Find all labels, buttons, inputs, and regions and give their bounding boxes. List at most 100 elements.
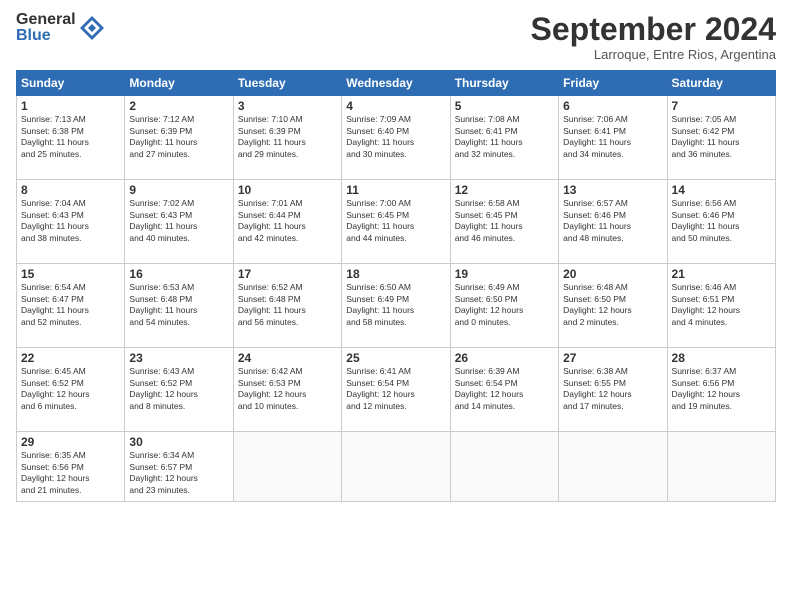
day-number: 13 — [563, 183, 662, 197]
calendar-cell: 30Sunrise: 6:34 AMSunset: 6:57 PMDayligh… — [125, 432, 233, 502]
day-number: 27 — [563, 351, 662, 365]
cell-details: Sunrise: 7:13 AMSunset: 6:38 PMDaylight:… — [21, 114, 120, 160]
cell-details: Sunrise: 6:39 AMSunset: 6:54 PMDaylight:… — [455, 366, 554, 412]
calendar-cell: 16Sunrise: 6:53 AMSunset: 6:48 PMDayligh… — [125, 264, 233, 348]
cell-details: Sunrise: 7:01 AMSunset: 6:44 PMDaylight:… — [238, 198, 337, 244]
calendar-cell: 14Sunrise: 6:56 AMSunset: 6:46 PMDayligh… — [667, 180, 775, 264]
calendar-cell: 23Sunrise: 6:43 AMSunset: 6:52 PMDayligh… — [125, 348, 233, 432]
cell-details: Sunrise: 7:06 AMSunset: 6:41 PMDaylight:… — [563, 114, 662, 160]
cell-details: Sunrise: 6:38 AMSunset: 6:55 PMDaylight:… — [563, 366, 662, 412]
day-number: 14 — [672, 183, 771, 197]
calendar-cell: 13Sunrise: 6:57 AMSunset: 6:46 PMDayligh… — [559, 180, 667, 264]
calendar-cell: 8Sunrise: 7:04 AMSunset: 6:43 PMDaylight… — [17, 180, 125, 264]
subtitle: Larroque, Entre Rios, Argentina — [531, 47, 776, 62]
calendar-cell: 2Sunrise: 7:12 AMSunset: 6:39 PMDaylight… — [125, 96, 233, 180]
calendar-cell: 1Sunrise: 7:13 AMSunset: 6:38 PMDaylight… — [17, 96, 125, 180]
week-row-2: 15Sunrise: 6:54 AMSunset: 6:47 PMDayligh… — [17, 264, 776, 348]
day-number: 5 — [455, 99, 554, 113]
calendar-cell: 22Sunrise: 6:45 AMSunset: 6:52 PMDayligh… — [17, 348, 125, 432]
cell-details: Sunrise: 6:49 AMSunset: 6:50 PMDaylight:… — [455, 282, 554, 328]
calendar-cell: 18Sunrise: 6:50 AMSunset: 6:49 PMDayligh… — [342, 264, 450, 348]
week-row-3: 22Sunrise: 6:45 AMSunset: 6:52 PMDayligh… — [17, 348, 776, 432]
day-number: 7 — [672, 99, 771, 113]
calendar-cell — [667, 432, 775, 502]
day-header-saturday: Saturday — [667, 71, 775, 96]
cell-details: Sunrise: 6:46 AMSunset: 6:51 PMDaylight:… — [672, 282, 771, 328]
logo-general: General — [16, 12, 76, 28]
cell-details: Sunrise: 7:09 AMSunset: 6:40 PMDaylight:… — [346, 114, 445, 160]
cell-details: Sunrise: 7:00 AMSunset: 6:45 PMDaylight:… — [346, 198, 445, 244]
calendar-cell — [233, 432, 341, 502]
cell-details: Sunrise: 7:04 AMSunset: 6:43 PMDaylight:… — [21, 198, 120, 244]
day-number: 25 — [346, 351, 445, 365]
day-number: 29 — [21, 435, 120, 449]
day-number: 10 — [238, 183, 337, 197]
week-row-0: 1Sunrise: 7:13 AMSunset: 6:38 PMDaylight… — [17, 96, 776, 180]
calendar-body: 1Sunrise: 7:13 AMSunset: 6:38 PMDaylight… — [17, 96, 776, 502]
cell-details: Sunrise: 6:35 AMSunset: 6:56 PMDaylight:… — [21, 450, 120, 496]
day-number: 11 — [346, 183, 445, 197]
week-row-1: 8Sunrise: 7:04 AMSunset: 6:43 PMDaylight… — [17, 180, 776, 264]
day-number: 30 — [129, 435, 228, 449]
calendar-cell: 28Sunrise: 6:37 AMSunset: 6:56 PMDayligh… — [667, 348, 775, 432]
calendar-cell: 7Sunrise: 7:05 AMSunset: 6:42 PMDaylight… — [667, 96, 775, 180]
day-number: 6 — [563, 99, 662, 113]
calendar-cell — [342, 432, 450, 502]
day-number: 16 — [129, 267, 228, 281]
calendar-cell: 21Sunrise: 6:46 AMSunset: 6:51 PMDayligh… — [667, 264, 775, 348]
cell-details: Sunrise: 6:50 AMSunset: 6:49 PMDaylight:… — [346, 282, 445, 328]
day-number: 8 — [21, 183, 120, 197]
logo: General Blue — [16, 12, 106, 44]
page: General Blue September 2024 Larroque, En… — [0, 0, 792, 612]
calendar-cell: 12Sunrise: 6:58 AMSunset: 6:45 PMDayligh… — [450, 180, 558, 264]
calendar-cell: 10Sunrise: 7:01 AMSunset: 6:44 PMDayligh… — [233, 180, 341, 264]
calendar-cell: 27Sunrise: 6:38 AMSunset: 6:55 PMDayligh… — [559, 348, 667, 432]
cell-details: Sunrise: 6:56 AMSunset: 6:46 PMDaylight:… — [672, 198, 771, 244]
calendar-cell: 11Sunrise: 7:00 AMSunset: 6:45 PMDayligh… — [342, 180, 450, 264]
day-number: 1 — [21, 99, 120, 113]
day-number: 24 — [238, 351, 337, 365]
calendar-table: SundayMondayTuesdayWednesdayThursdayFrid… — [16, 70, 776, 502]
calendar-cell: 17Sunrise: 6:52 AMSunset: 6:48 PMDayligh… — [233, 264, 341, 348]
cell-details: Sunrise: 6:52 AMSunset: 6:48 PMDaylight:… — [238, 282, 337, 328]
cell-details: Sunrise: 7:05 AMSunset: 6:42 PMDaylight:… — [672, 114, 771, 160]
calendar-cell: 26Sunrise: 6:39 AMSunset: 6:54 PMDayligh… — [450, 348, 558, 432]
calendar-cell: 6Sunrise: 7:06 AMSunset: 6:41 PMDaylight… — [559, 96, 667, 180]
calendar-cell: 24Sunrise: 6:42 AMSunset: 6:53 PMDayligh… — [233, 348, 341, 432]
calendar-cell: 9Sunrise: 7:02 AMSunset: 6:43 PMDaylight… — [125, 180, 233, 264]
calendar-cell — [559, 432, 667, 502]
day-number: 23 — [129, 351, 228, 365]
day-header-tuesday: Tuesday — [233, 71, 341, 96]
title-area: September 2024 Larroque, Entre Rios, Arg… — [531, 12, 776, 62]
cell-details: Sunrise: 6:42 AMSunset: 6:53 PMDaylight:… — [238, 366, 337, 412]
calendar-cell: 15Sunrise: 6:54 AMSunset: 6:47 PMDayligh… — [17, 264, 125, 348]
day-number: 15 — [21, 267, 120, 281]
day-number: 3 — [238, 99, 337, 113]
day-number: 22 — [21, 351, 120, 365]
logo-icon — [78, 14, 106, 42]
cell-details: Sunrise: 7:12 AMSunset: 6:39 PMDaylight:… — [129, 114, 228, 160]
cell-details: Sunrise: 7:10 AMSunset: 6:39 PMDaylight:… — [238, 114, 337, 160]
calendar-cell: 5Sunrise: 7:08 AMSunset: 6:41 PMDaylight… — [450, 96, 558, 180]
calendar-cell: 20Sunrise: 6:48 AMSunset: 6:50 PMDayligh… — [559, 264, 667, 348]
day-number: 28 — [672, 351, 771, 365]
cell-details: Sunrise: 6:41 AMSunset: 6:54 PMDaylight:… — [346, 366, 445, 412]
calendar-cell — [450, 432, 558, 502]
day-number: 2 — [129, 99, 228, 113]
cell-details: Sunrise: 6:54 AMSunset: 6:47 PMDaylight:… — [21, 282, 120, 328]
calendar-cell: 19Sunrise: 6:49 AMSunset: 6:50 PMDayligh… — [450, 264, 558, 348]
cell-details: Sunrise: 6:48 AMSunset: 6:50 PMDaylight:… — [563, 282, 662, 328]
day-number: 26 — [455, 351, 554, 365]
month-title: September 2024 — [531, 12, 776, 47]
day-header-thursday: Thursday — [450, 71, 558, 96]
cell-details: Sunrise: 7:02 AMSunset: 6:43 PMDaylight:… — [129, 198, 228, 244]
cell-details: Sunrise: 6:58 AMSunset: 6:45 PMDaylight:… — [455, 198, 554, 244]
day-number: 17 — [238, 267, 337, 281]
logo-blue: Blue — [16, 28, 76, 44]
calendar-cell: 4Sunrise: 7:09 AMSunset: 6:40 PMDaylight… — [342, 96, 450, 180]
cell-details: Sunrise: 6:53 AMSunset: 6:48 PMDaylight:… — [129, 282, 228, 328]
calendar-cell: 29Sunrise: 6:35 AMSunset: 6:56 PMDayligh… — [17, 432, 125, 502]
day-header-sunday: Sunday — [17, 71, 125, 96]
cell-details: Sunrise: 6:57 AMSunset: 6:46 PMDaylight:… — [563, 198, 662, 244]
day-number: 19 — [455, 267, 554, 281]
